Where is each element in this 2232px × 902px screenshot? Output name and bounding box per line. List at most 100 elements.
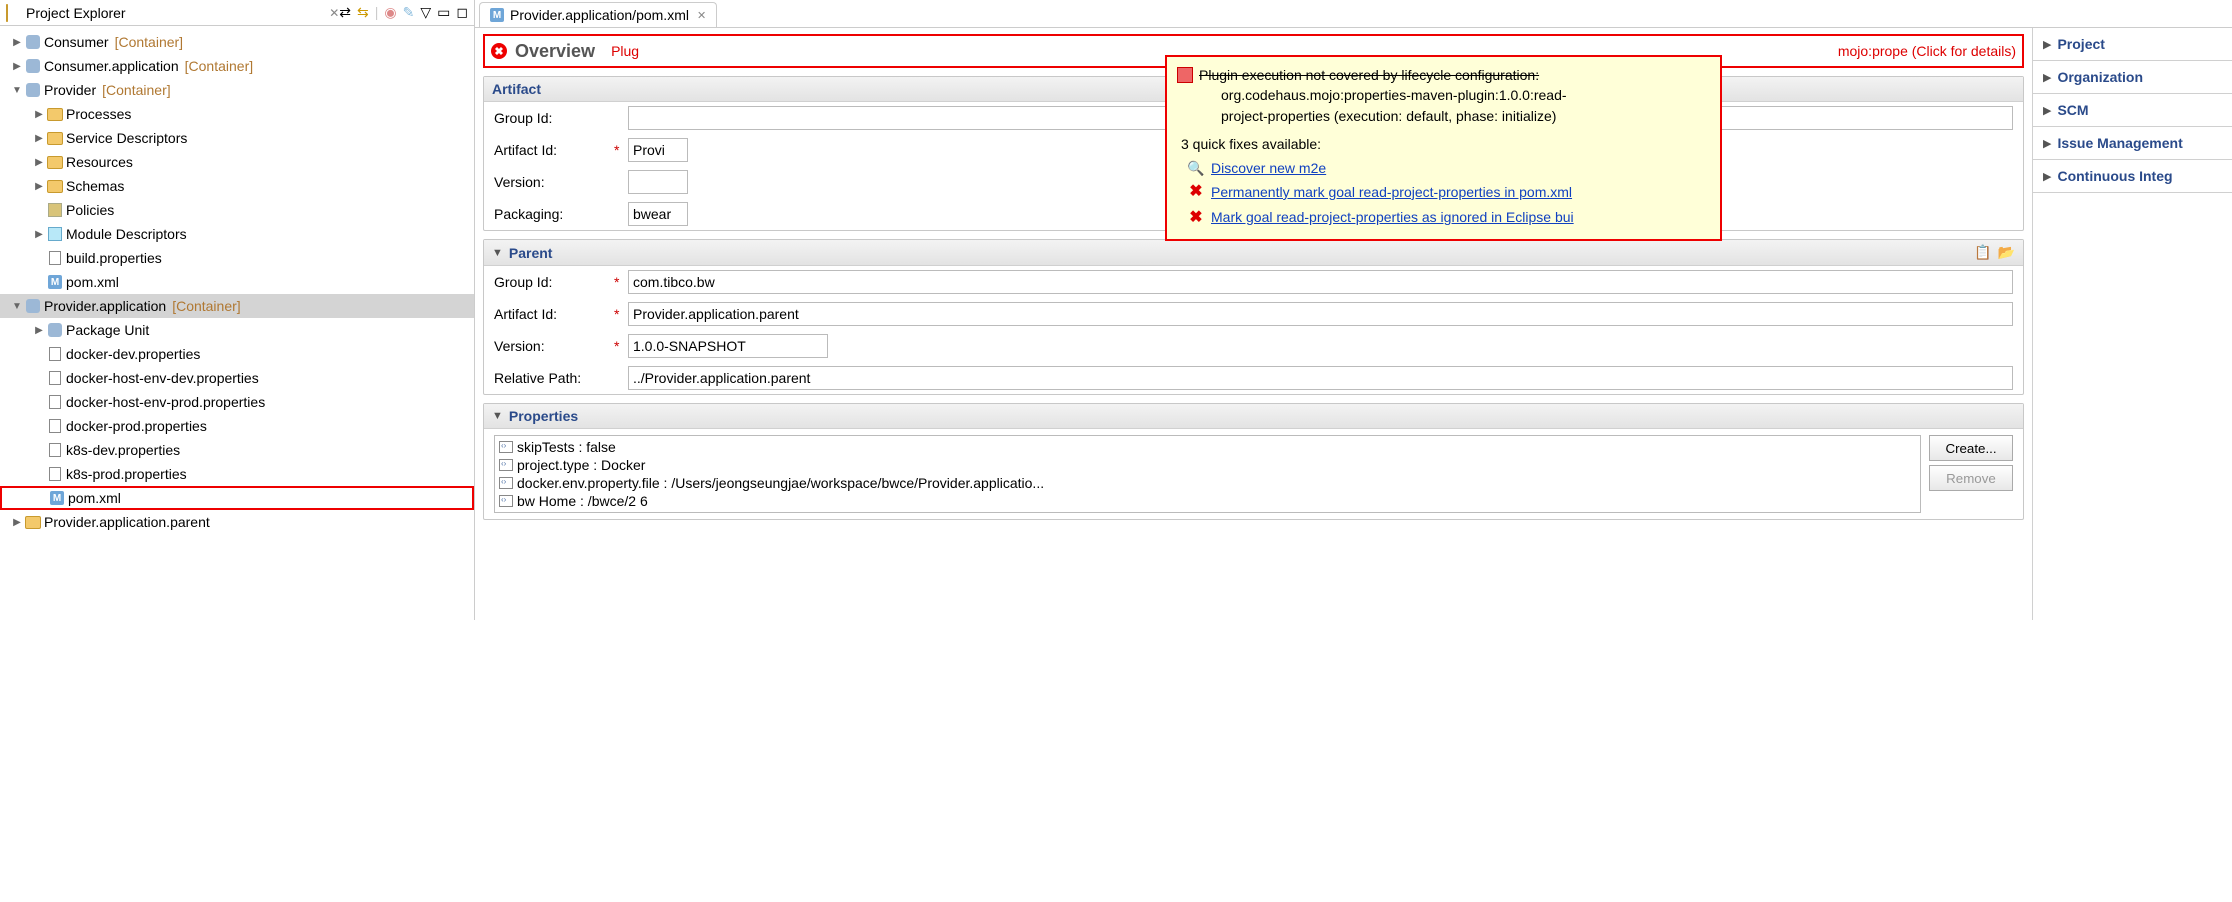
tree-arrow-icon[interactable]: ▶ [32,157,46,168]
side-section-continuous-integ[interactable]: ▶Continuous Integ [2033,160,2232,193]
property-text: skipTests : false [517,439,616,455]
quickfix-link[interactable]: Permanently mark goal read-project-prope… [1211,182,1572,202]
project-tree[interactable]: ▶Consumer[Container]▶Consumer.applicatio… [0,26,474,620]
xml-tag-icon [499,477,513,489]
tree-item[interactable]: ▼Provider.application[Container] [0,294,474,318]
parent-header[interactable]: ▼ Parent 📋 📂 [484,240,2023,266]
collapse-all-icon[interactable]: ⇄ [339,4,351,21]
twisty-icon[interactable]: ▼ [492,410,503,422]
tree-item[interactable]: ▶Consumer[Container] [0,30,474,54]
tree-arrow-icon[interactable]: ▶ [32,181,46,192]
tree-item-label: pom.xml [66,274,119,290]
side-section-scm[interactable]: ▶SCM [2033,94,2232,127]
parent-relpath-input[interactable] [628,366,2013,390]
parent-artifact-label: Artifact Id: [494,306,614,322]
parent-group-input[interactable] [628,270,2013,294]
twisty-icon[interactable]: ▶ [2043,71,2051,84]
tree-arrow-icon[interactable]: ▶ [10,517,24,528]
redx-icon: ✖ [1187,180,1205,203]
tree-item[interactable]: docker-dev.properties [0,342,474,366]
tree-item[interactable]: Mpom.xml [0,486,474,510]
properties-section: ▼ Properties skipTests : falseproject.ty… [483,403,2024,520]
tree-item-suffix: [Container] [185,58,253,74]
twisty-icon[interactable]: ▶ [2043,170,2051,183]
file-icon [46,250,64,266]
tree-item[interactable]: ▶Provider.application.parent [0,510,474,534]
error-icon: ✖ [491,43,507,59]
maximize-icon[interactable]: ◻ [456,4,468,21]
link-editor-icon[interactable]: ⇆ [357,4,369,21]
property-item[interactable]: project.type : Docker [497,456,1918,474]
xml-tag-icon [499,459,513,471]
tree-item[interactable]: ▶Processes [0,102,474,126]
twisty-icon[interactable]: ▼ [492,247,503,259]
tree-item[interactable]: build.properties [0,246,474,270]
side-sections-column: ▶ Project ▶Organization▶SCM▶Issue Manageme… [2032,28,2232,620]
tree-item[interactable]: ▼Provider[Container] [0,78,474,102]
twisty-icon[interactable]: ▶ [2043,137,2051,150]
property-item[interactable]: skipTests : false [497,438,1918,456]
gear-icon [46,322,64,338]
properties-list[interactable]: skipTests : falseproject.type : Dockerdo… [494,435,1921,513]
tree-arrow-icon[interactable]: ▼ [10,301,24,312]
tree-item[interactable]: Mpom.xml [0,270,474,294]
group-id-label: Group Id: [494,110,614,126]
quickfix-item[interactable]: 🔍Discover new m2e [1187,158,1710,178]
tree-item[interactable]: docker-prod.properties [0,414,474,438]
property-item[interactable]: bw Home : /bwce/2 6 [497,492,1918,510]
tree-item[interactable]: docker-host-env-prod.properties [0,390,474,414]
tree-item-label: Provider.application [44,298,166,314]
tree-item[interactable]: ▶ Consumer.application [Container] [0,54,474,78]
tree-arrow-icon[interactable]: ▶ [10,61,24,72]
tree-arrow-icon[interactable]: ▶ [32,133,46,144]
folder-icon [46,178,64,194]
tree-arrow-icon[interactable]: ▶ [10,37,24,48]
tree-item[interactable]: docker-host-env-dev.properties [0,366,474,390]
side-section-organization[interactable]: ▶Organization [2033,61,2232,94]
tree-item[interactable]: ▶Service Descriptors [0,126,474,150]
parent-version-input[interactable] [628,334,828,358]
properties-header[interactable]: ▼ Properties [484,404,2023,429]
artifact-version-input[interactable] [628,170,688,194]
tree-item[interactable]: ▶Resources [0,150,474,174]
focus-icon[interactable]: ◉ [384,4,396,21]
twisty-icon[interactable]: ▶ [2043,38,2051,51]
parent-artifact-input[interactable] [628,302,2013,326]
tree-item-label: Consumer.application [44,58,179,74]
view-menu-icon[interactable]: ▽ [420,4,431,21]
artifact-id-input[interactable] [628,138,688,162]
tree-item[interactable]: k8s-dev.properties [0,438,474,462]
file-icon [46,370,64,386]
quickfix-link[interactable]: Mark goal read-project-properties as ign… [1211,207,1574,227]
minimize-icon[interactable]: ▭ [437,4,450,21]
quickfix-item[interactable]: ✖ Permanently mark goal read-project-prop… [1187,180,1710,203]
parent-open-icon[interactable]: 📂 [1998,244,2015,261]
side-section-label: Project [2057,36,2104,52]
tree-item[interactable]: Policies [0,198,474,222]
tree-arrow-icon[interactable]: ▶ [32,109,46,120]
tab-close-icon[interactable]: ✕ [697,9,706,22]
folder-icon [46,106,64,122]
explorer-close-icon[interactable]: ✕ [329,6,339,20]
file-icon [46,418,64,434]
tree-arrow-icon[interactable]: ▶ [32,325,46,336]
filter-icon[interactable]: ✎ [403,4,415,21]
twisty-icon[interactable]: ▶ [2043,104,2051,117]
tree-item[interactable]: ▶Schemas [0,174,474,198]
side-section-project[interactable]: ▶ Project [2033,28,2232,61]
side-section-issue-management[interactable]: ▶Issue Management [2033,127,2232,160]
remove-property-button[interactable]: Remove [1929,465,2013,491]
property-item[interactable]: docker.env.property.file : /Users/jeongs… [497,474,1918,492]
tree-item[interactable]: k8s-prod.properties [0,462,474,486]
parent-select-icon[interactable]: 📋 [1974,244,1991,261]
tree-arrow-icon[interactable]: ▶ [32,229,46,240]
editor-tab-pom[interactable]: M Provider.application/pom.xml ✕ [479,2,717,27]
tree-item-label: Package Unit [66,322,149,338]
quickfix-link[interactable]: Discover new m2e [1211,158,1326,178]
create-property-button[interactable]: Create... [1929,435,2013,461]
quickfix-item[interactable]: ✖Mark goal read-project-properties as ig… [1187,206,1710,229]
artifact-packaging-input[interactable] [628,202,688,226]
tree-item[interactable]: ▶Module Descriptors [0,222,474,246]
tree-item[interactable]: ▶ Package Unit [0,318,474,342]
tree-arrow-icon[interactable]: ▼ [10,85,24,96]
